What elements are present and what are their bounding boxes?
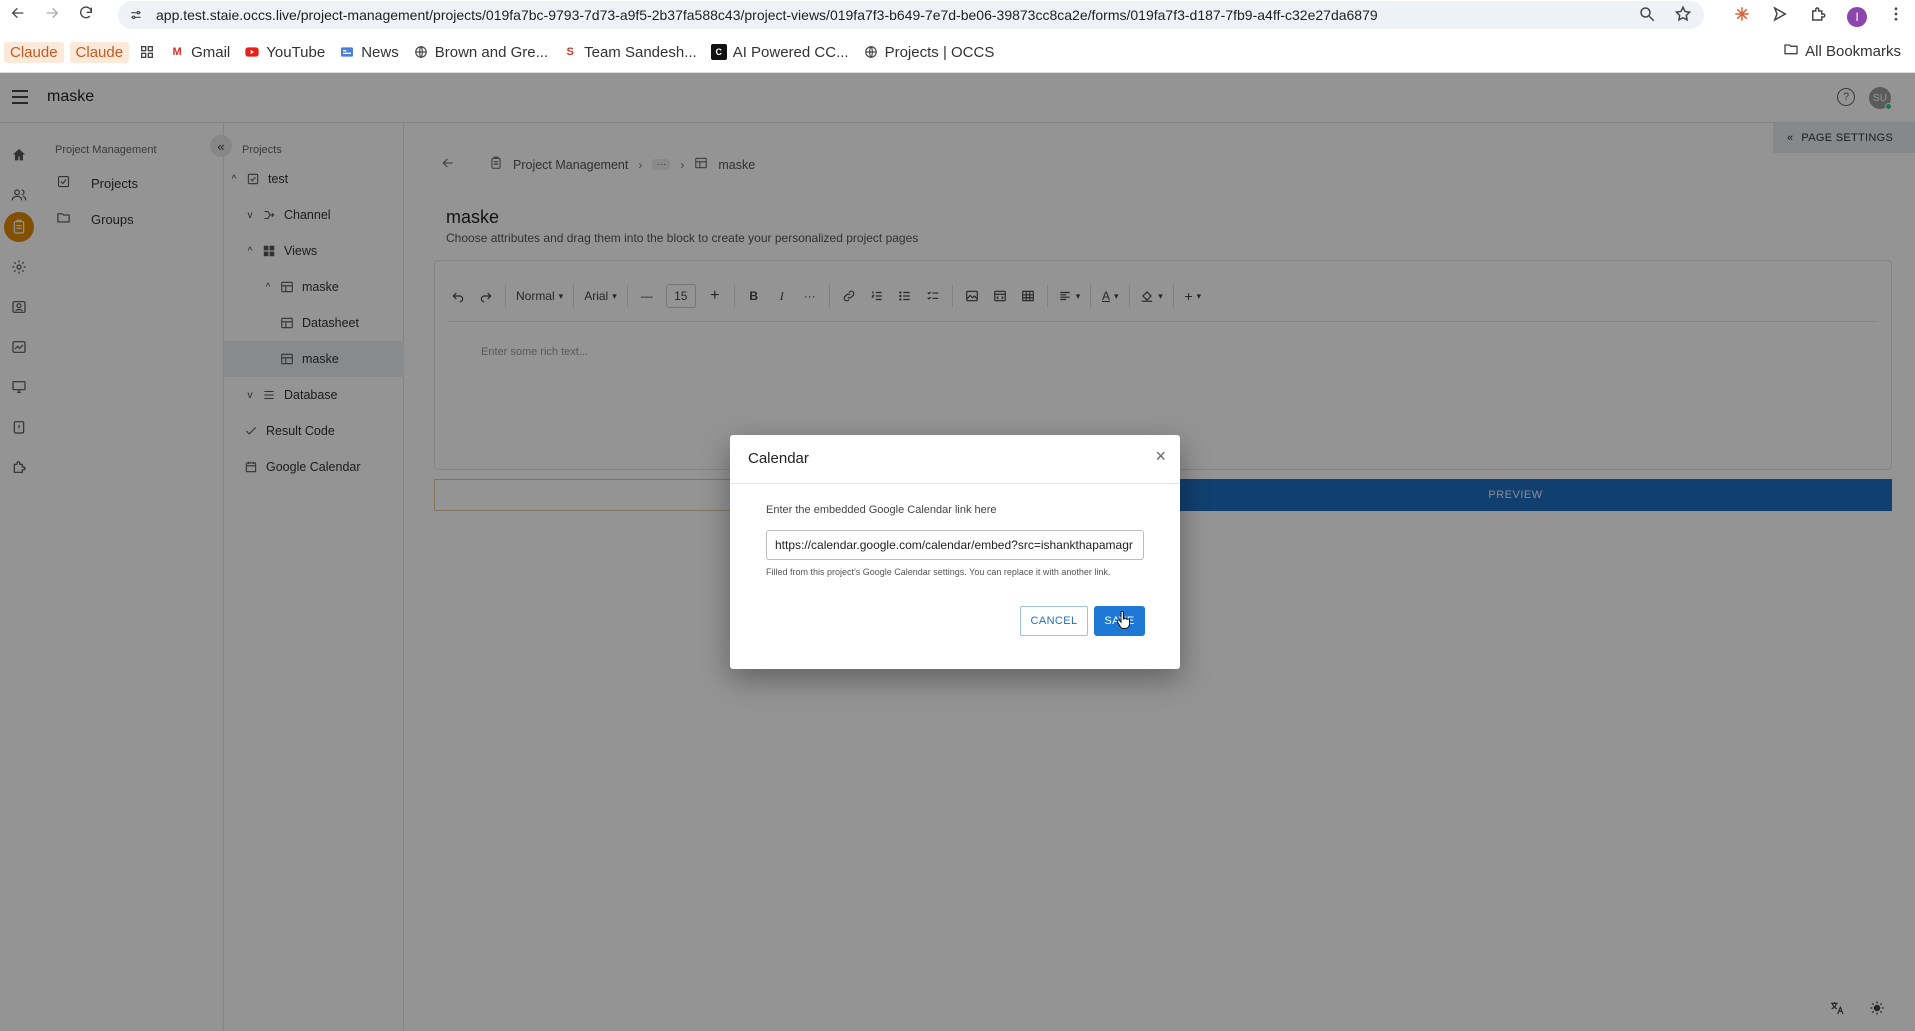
profile-avatar[interactable]: I [1847, 6, 1867, 27]
bookmark-gmail[interactable]: M Gmail [165, 42, 234, 63]
close-icon[interactable]: × [1155, 447, 1166, 465]
bookmark-claude-1[interactable]: Claude [4, 41, 64, 63]
bookmark-label: YouTube [266, 43, 326, 61]
calendar-link-label: Enter the embedded Google Calendar link … [766, 504, 997, 516]
bookmark-news[interactable]: News [335, 42, 403, 63]
extensions-puzzle-icon[interactable] [1809, 5, 1827, 28]
claude-extension-icon[interactable] [1733, 5, 1751, 28]
gmail-icon: M [172, 46, 182, 58]
apps-grid-icon[interactable] [135, 42, 159, 62]
bookmark-youtube[interactable]: YouTube [240, 42, 329, 63]
all-bookmarks[interactable]: All Bookmarks [1783, 41, 1901, 61]
team-sandesh-icon: S [566, 46, 574, 58]
browser-menu-icon[interactable] [1887, 5, 1905, 28]
globe-icon [863, 44, 879, 60]
news-icon [339, 44, 355, 60]
calendar-link-input[interactable] [766, 530, 1144, 560]
forward-arrow-icon[interactable] [44, 5, 60, 26]
folder-icon [1783, 41, 1799, 61]
calendar-dialog: Calendar × Enter the embedded Google Cal… [730, 435, 1180, 669]
bookmark-label: News [361, 43, 399, 61]
bookmark-label: Team Sandesh... [584, 43, 697, 61]
all-bookmarks-label: All Bookmarks [1805, 42, 1901, 60]
dialog-divider [730, 483, 1180, 484]
address-bar[interactable]: app.test.staie.occs.live/project-managem… [118, 1, 1704, 29]
zoom-icon[interactable] [1638, 5, 1656, 28]
url-text: app.test.staie.occs.live/project-managem… [156, 7, 1378, 23]
bookmark-claude-2[interactable]: Claude [69, 41, 130, 63]
bookmark-star-icon[interactable] [1674, 5, 1692, 28]
bookmark-label: Gmail [191, 43, 231, 61]
ai-powered-icon: C [710, 44, 727, 60]
bookmark-label: AI Powered CC... [732, 43, 849, 61]
bookmark-label: Projects | OCCS [884, 43, 995, 61]
bookmark-projects-occs[interactable]: Projects | OCCS [859, 42, 999, 63]
back-arrow-icon[interactable] [10, 5, 26, 26]
globe-icon [413, 44, 429, 60]
hand-pointer-cursor-icon [1116, 611, 1130, 629]
reload-icon[interactable] [78, 5, 94, 26]
bookmark-label: Brown and Gre... [434, 43, 549, 61]
site-settings-icon[interactable] [122, 1, 150, 29]
calendar-link-help: Filled from this project's Google Calend… [766, 567, 1111, 577]
browser-toolbar: app.test.staie.occs.live/project-managem… [0, 0, 1915, 30]
youtube-icon [244, 44, 260, 60]
bookmark-brown[interactable]: Brown and Gre... [409, 42, 552, 63]
send-extension-icon[interactable] [1771, 5, 1789, 28]
cancel-button[interactable]: CANCEL [1020, 606, 1088, 636]
dialog-title: Calendar [748, 450, 809, 467]
bookmark-ai-powered[interactable]: C AI Powered CC... [707, 42, 853, 63]
bookmarks-bar: Claude Claude M Gmail YouTube News Brown … [0, 38, 1915, 66]
bookmark-team-sandesh[interactable]: S Team Sandesh... [558, 42, 701, 63]
